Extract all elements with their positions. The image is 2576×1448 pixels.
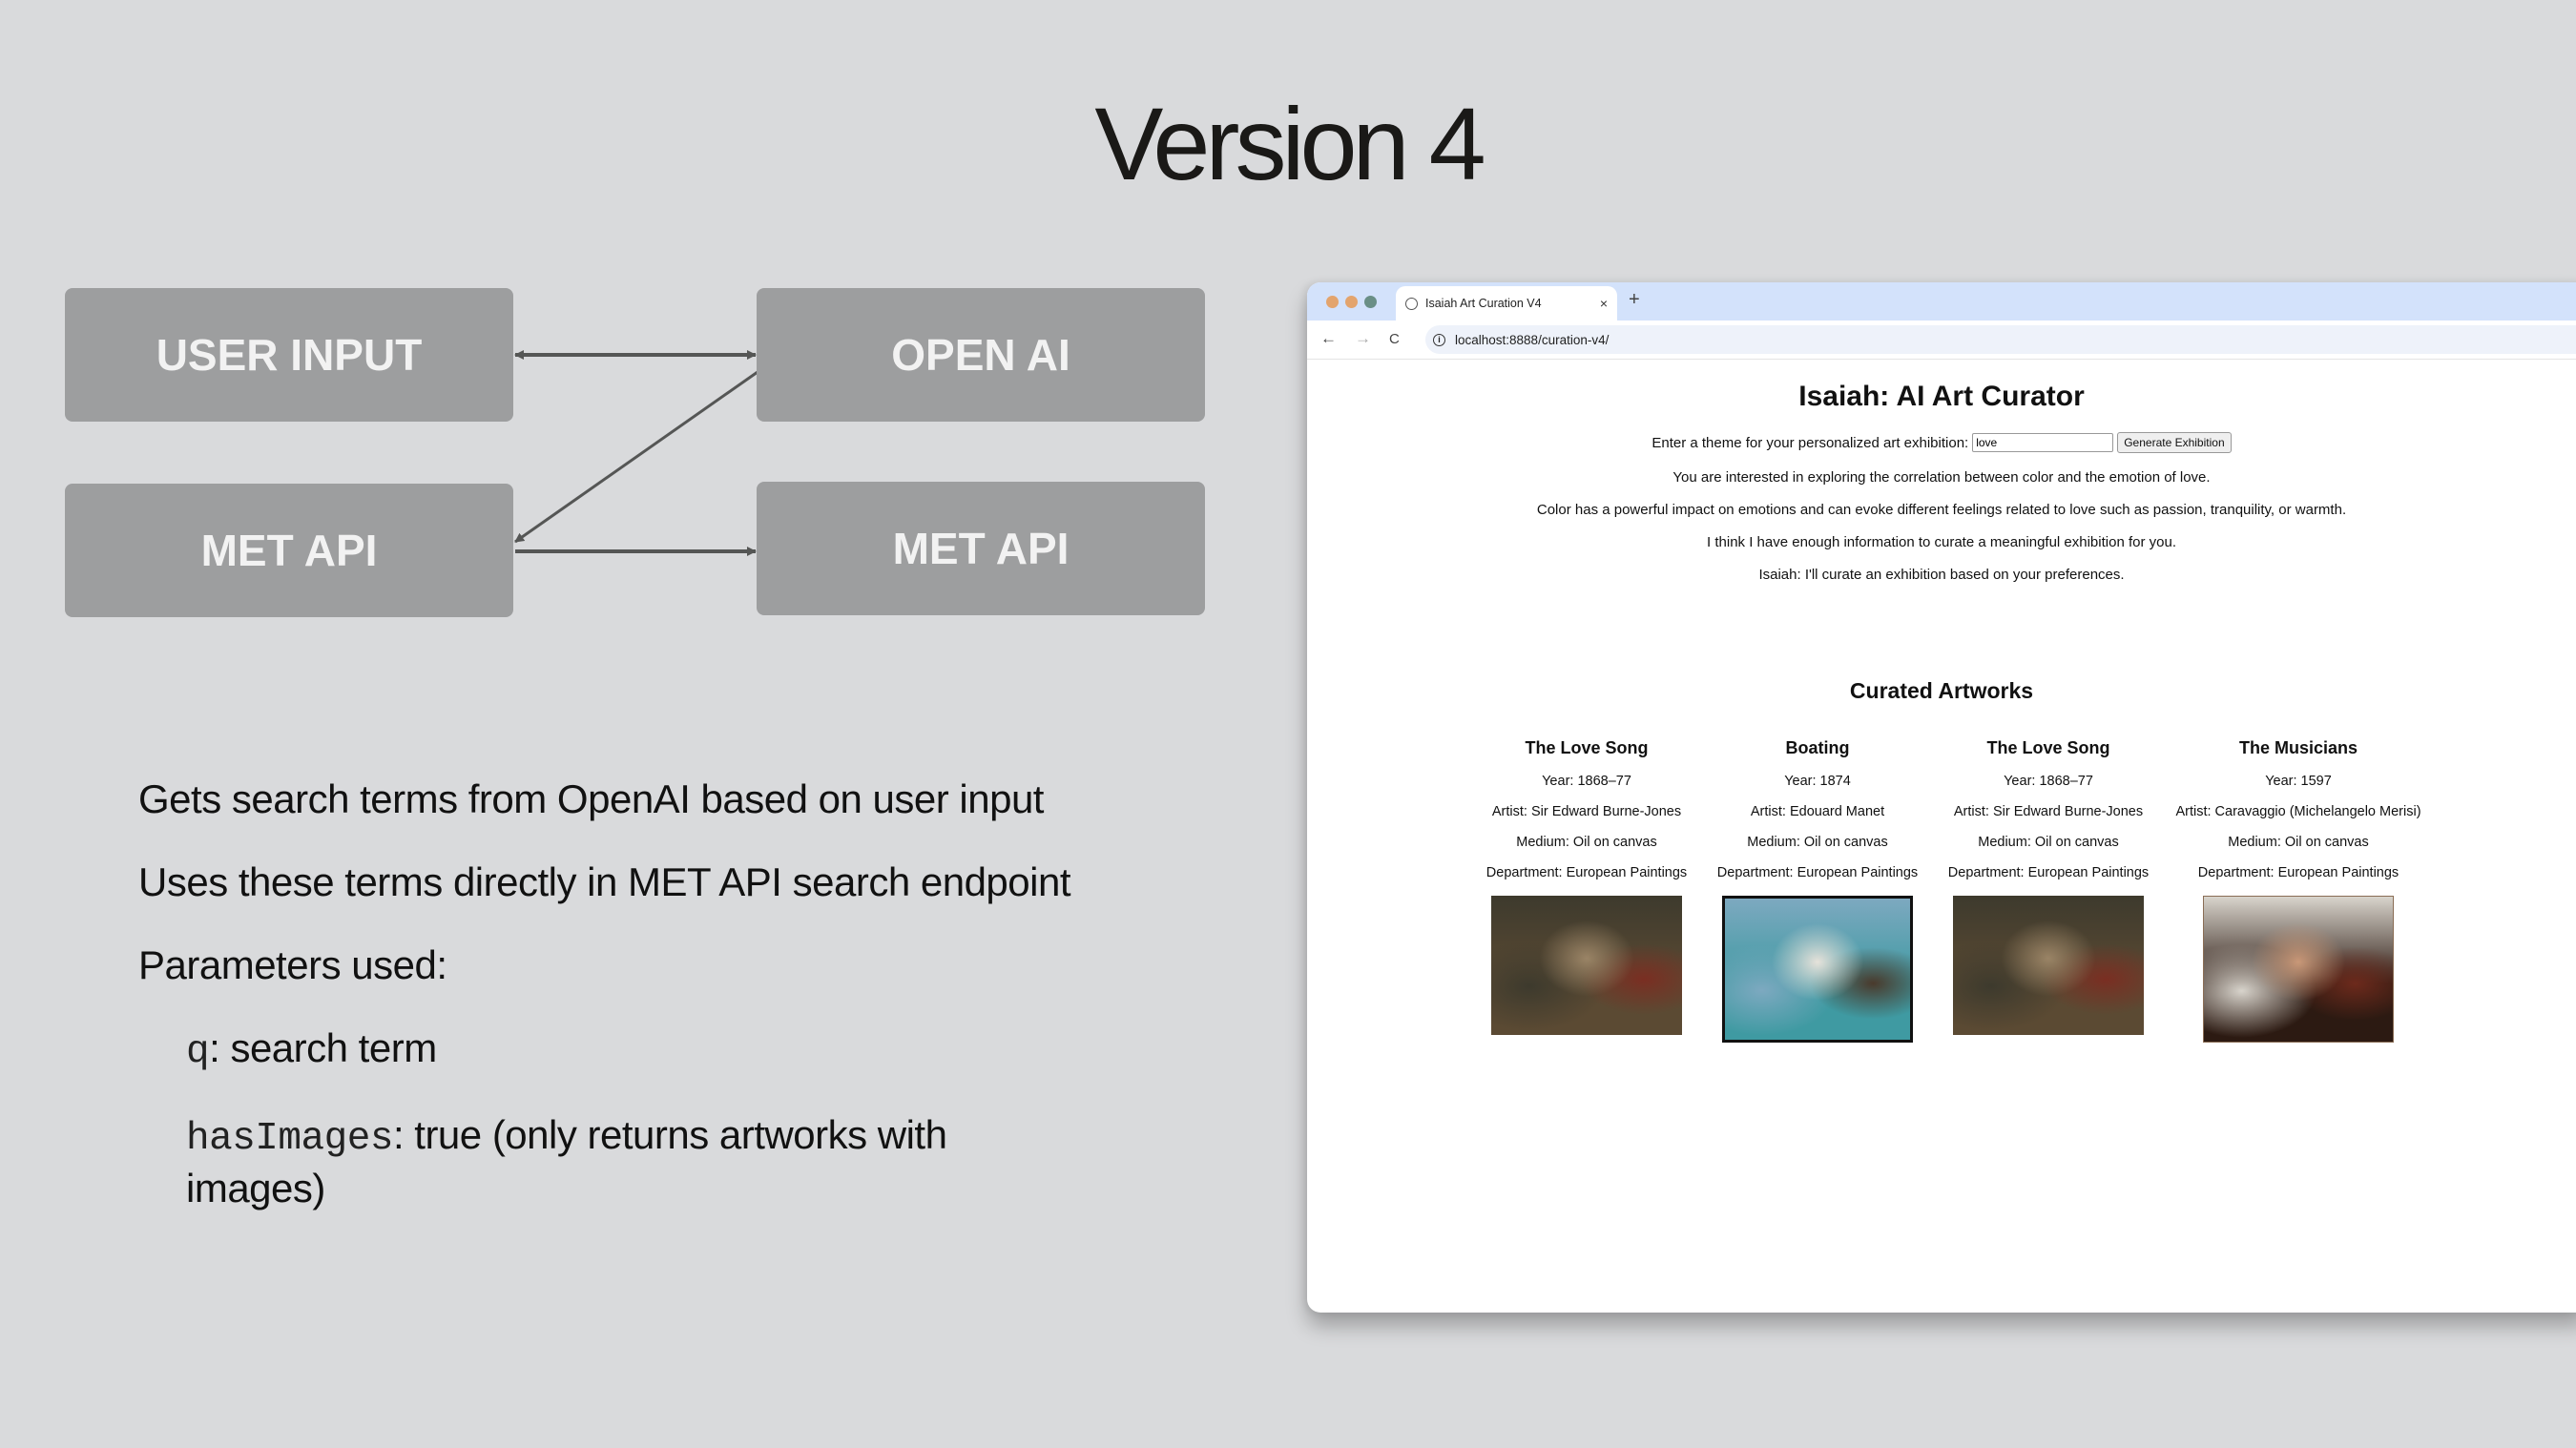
artwork-year: Year: 1597 xyxy=(2265,774,2332,789)
artwork-gallery: The Love Song Year: 1868–77 Artist: Sir … xyxy=(1328,738,2576,1043)
artwork-image[interactable] xyxy=(1491,896,1682,1035)
site-info-icon[interactable]: i xyxy=(1433,333,1445,346)
browser-tab[interactable]: Isaiah Art Curation V4 × xyxy=(1396,286,1617,321)
node-user-input: USER INPUT xyxy=(65,288,513,422)
artwork-medium: Medium: Oil on canvas xyxy=(1978,835,2119,850)
generate-exhibition-button[interactable]: Generate Exhibition xyxy=(2117,432,2232,453)
artwork-department: Department: European Paintings xyxy=(1947,865,2150,880)
artwork-year: Year: 1868–77 xyxy=(2004,774,2093,789)
globe-icon xyxy=(1405,297,1418,310)
tab-bar: Isaiah Art Curation V4 × + xyxy=(1307,282,2576,321)
artwork-artist: Artist: Sir Edward Burne-Jones xyxy=(1953,804,2144,819)
artwork-image[interactable] xyxy=(1953,896,2144,1035)
web-page: Isaiah: AI Art Curator Enter a theme for… xyxy=(1307,360,2576,1043)
artwork-medium: Medium: Oil on canvas xyxy=(1516,835,1657,850)
node-label: MET API xyxy=(200,526,378,575)
artwork-card: The Musicians Year: 1597 Artist: Caravag… xyxy=(2164,738,2433,1043)
bullet-list: Gets search terms from OpenAI based on u… xyxy=(138,775,1188,1247)
arrow-open-ai-met-api xyxy=(514,370,758,544)
artwork-title: The Musicians xyxy=(2238,738,2358,757)
slide-title: Version 4 xyxy=(1094,86,1485,201)
browser-window: Isaiah Art Curation V4 × + ← → C i local… xyxy=(1307,282,2576,1313)
bullet-item: Parameters used: xyxy=(138,942,447,987)
curator-message: Isaiah: I'll curate an exhibition based … xyxy=(1758,567,2125,583)
curator-message: You are interested in exploring the corr… xyxy=(1672,469,2211,486)
artwork-card: Boating Year: 1874 Artist: Edouard Manet… xyxy=(1702,738,1933,1043)
close-window-button[interactable] xyxy=(1326,296,1339,308)
artwork-card: The Love Song Year: 1868–77 Artist: Sir … xyxy=(1933,738,2164,1043)
artwork-department: Department: European Paintings xyxy=(1716,865,1919,880)
artwork-title: Boating xyxy=(1785,738,1850,757)
curated-artworks-heading: Curated Artworks xyxy=(1849,678,2034,703)
artwork-medium: Medium: Oil on canvas xyxy=(2228,835,2369,850)
bullet-item: Uses these terms directly in MET API sea… xyxy=(138,859,1071,904)
back-arrow-icon[interactable]: ← xyxy=(1320,329,1337,348)
artwork-artist: Artist: Sir Edward Burne-Jones xyxy=(1491,804,1682,819)
new-tab-button[interactable]: + xyxy=(1629,289,1640,311)
param-desc: : search term xyxy=(209,1025,437,1070)
bullet-item-param-q: q: search term xyxy=(186,1024,1188,1077)
param-code: hasImages xyxy=(186,1117,393,1161)
minimize-window-button[interactable] xyxy=(1345,296,1358,308)
bullet-item: Gets search terms from OpenAI based on u… xyxy=(138,776,1044,821)
node-label: USER INPUT xyxy=(156,330,423,380)
artwork-department: Department: European Paintings xyxy=(2197,865,2399,880)
artwork-artist: Artist: Edouard Manet xyxy=(1750,804,1885,819)
artwork-title: The Love Song xyxy=(1986,738,2110,757)
curator-message: I think I have enough information to cur… xyxy=(1707,534,2176,550)
node-label: MET API xyxy=(892,524,1070,573)
url-text: localhost:8888/curation-v4/ xyxy=(1455,332,1610,347)
theme-input[interactable] xyxy=(1972,433,2114,452)
artwork-card: The Love Song Year: 1868–77 Artist: Sir … xyxy=(1471,738,1702,1043)
node-label: OPEN AI xyxy=(891,330,1070,380)
app-title: Isaiah: AI Art Curator xyxy=(1798,381,2085,412)
browser-toolbar: ← → C i localhost:8888/curation-v4/ xyxy=(1307,321,2576,360)
node-open-ai: OPEN AI xyxy=(757,288,1205,422)
tab-title: Isaiah Art Curation V4 xyxy=(1425,297,1542,310)
theme-label: Enter a theme for your personalized art … xyxy=(1652,434,1969,451)
artwork-title: The Love Song xyxy=(1525,738,1649,757)
artwork-department: Department: European Paintings xyxy=(1485,865,1688,880)
curator-message: Color has a powerful impact on emotions … xyxy=(1536,502,2347,518)
artwork-image[interactable] xyxy=(1722,896,1913,1043)
close-tab-icon[interactable]: × xyxy=(1600,296,1608,311)
maximize-window-button[interactable] xyxy=(1364,296,1377,308)
node-met-api-1: MET API xyxy=(65,484,513,617)
node-met-api-2: MET API xyxy=(757,482,1205,615)
bullet-item-param-hasimages: hasImages: true (only returns artworks w… xyxy=(186,1110,1026,1213)
theme-form: Enter a theme for your personalized art … xyxy=(1307,432,2576,453)
artwork-medium: Medium: Oil on canvas xyxy=(1747,835,1888,850)
artwork-artist: Artist: Caravaggio (Michelangelo Merisi) xyxy=(2175,804,2421,819)
artwork-image[interactable] xyxy=(2203,896,2394,1043)
artwork-year: Year: 1868–77 xyxy=(1542,774,1631,789)
reload-icon[interactable]: C xyxy=(1389,331,1400,347)
address-bar[interactable]: i localhost:8888/curation-v4/ xyxy=(1425,325,2576,354)
param-code: q xyxy=(186,1030,210,1074)
forward-arrow-icon[interactable]: → xyxy=(1355,329,1371,348)
artwork-year: Year: 1874 xyxy=(1784,774,1851,789)
